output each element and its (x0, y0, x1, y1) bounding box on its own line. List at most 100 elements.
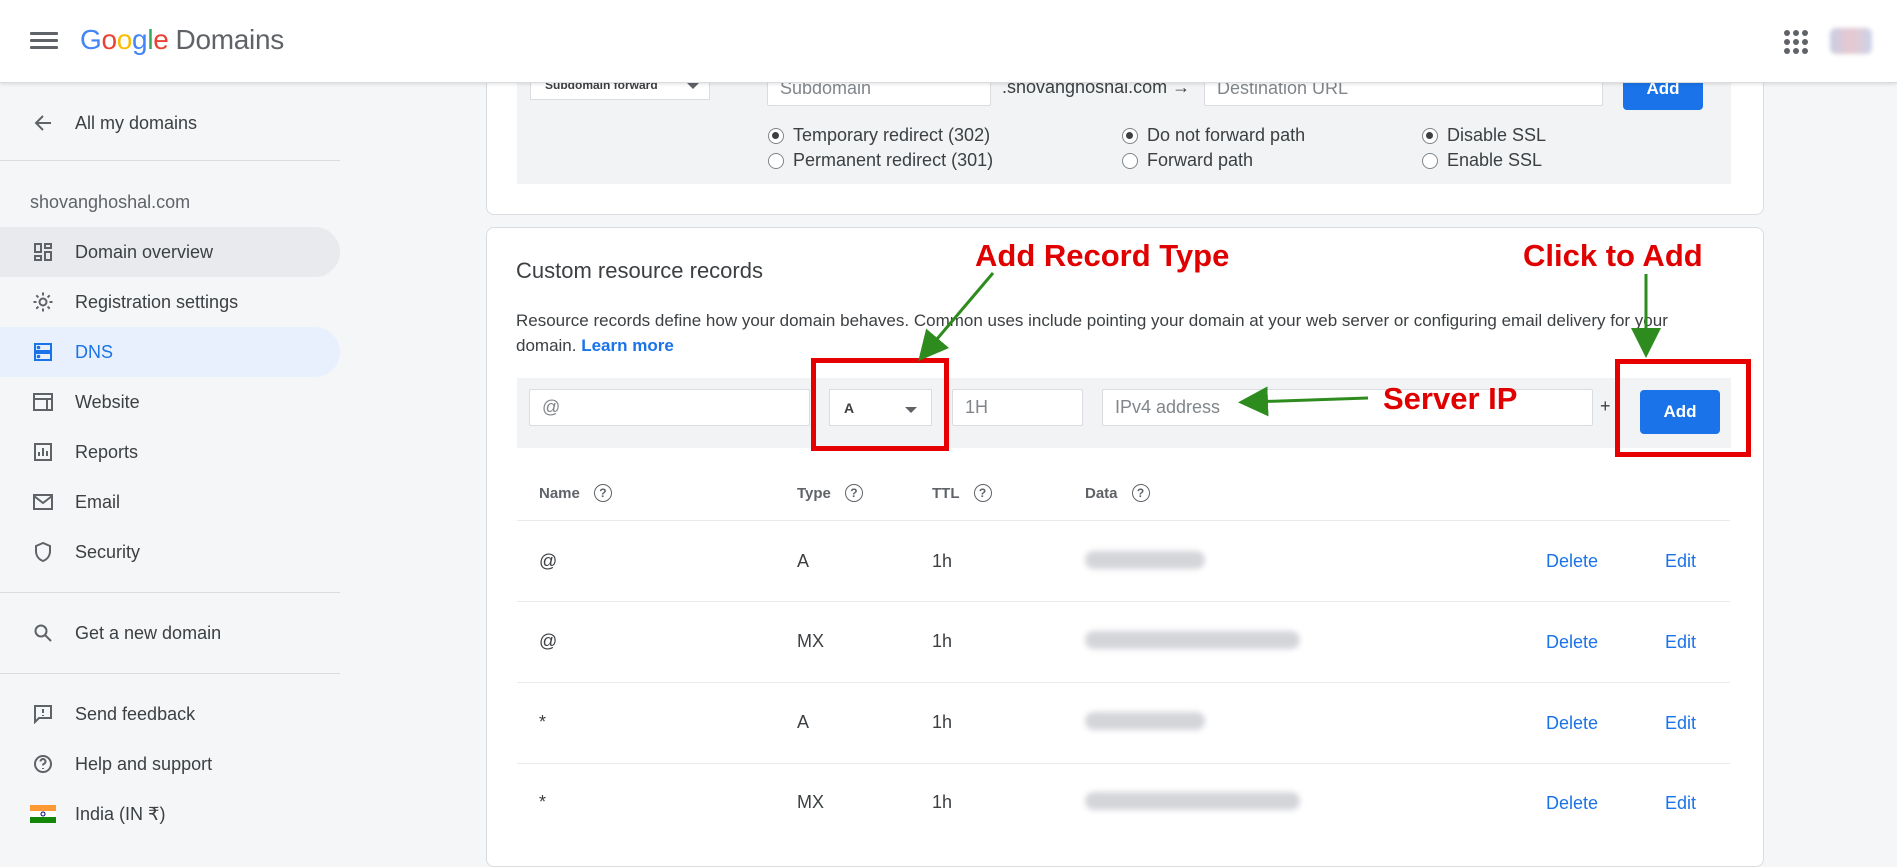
sidebar-item-dns[interactable]: DNS (0, 327, 340, 377)
ttl-input[interactable]: 1H (952, 389, 1083, 426)
permanent-redirect-radio[interactable]: Permanent redirect (301) (768, 150, 993, 171)
menu-icon[interactable] (30, 28, 58, 56)
col-header-type: Type? (797, 484, 863, 502)
row-3-type: A (797, 712, 810, 732)
get-new-domain-link[interactable]: Get a new domain (0, 608, 340, 658)
sidebar-item-security[interactable]: Security (0, 527, 340, 577)
temporary-redirect-radio[interactable]: Temporary redirect (302) (768, 125, 990, 146)
radio-label: Enable SSL (1447, 150, 1543, 170)
record-name-input[interactable]: @ (529, 389, 810, 426)
domain-name: shovanghoshal.com (30, 192, 191, 212)
sidebar-item-reports[interactable]: Reports (0, 427, 340, 477)
row-1-data-redacted (1085, 551, 1205, 569)
records-description: Resource records define how your domain … (516, 308, 1726, 358)
row-1-name: @ (539, 551, 558, 571)
india-flag-icon (30, 801, 56, 827)
radio-label: Do not forward path (1147, 125, 1306, 145)
row-4-type: MX (797, 792, 824, 812)
row-3-ttl: 1h (932, 712, 953, 732)
description-text: Resource records define how your domain … (516, 311, 1668, 355)
section-title: Custom resource records (516, 258, 763, 283)
email-icon (30, 489, 56, 515)
help-icon[interactable]: ? (1131, 484, 1150, 502)
locale-label: India (IN ₹) (75, 803, 166, 824)
website-icon (30, 389, 56, 415)
row-2-name: @ (539, 631, 558, 651)
row-4-delete-link[interactable]: Delete (1546, 793, 1598, 814)
annotation-add-record-type: Add Record Type (975, 238, 1230, 273)
row-2-edit-link[interactable]: Edit (1665, 632, 1696, 653)
divider (0, 160, 340, 161)
back-label: All my domains (75, 112, 198, 133)
account-avatar[interactable] (1830, 28, 1872, 54)
help-icon (30, 751, 56, 777)
apps-grid-icon[interactable] (1784, 30, 1808, 54)
row-2-data-redacted (1085, 631, 1300, 649)
sidebar-item-label: Security (75, 541, 141, 562)
col-header-name: Name? (539, 484, 612, 502)
row-1-delete-link[interactable]: Delete (1546, 551, 1598, 572)
row-2-type: MX (797, 631, 824, 651)
add-more-plus-icon[interactable]: + (1600, 396, 1611, 417)
arrow-back-icon (30, 110, 56, 136)
radio-label: Disable SSL (1447, 125, 1547, 145)
row-1-edit-link[interactable]: Edit (1665, 551, 1696, 572)
row-1-type: A (797, 551, 810, 571)
divider (0, 592, 340, 593)
send-feedback-link[interactable]: Send feedback (0, 689, 340, 739)
sidebar: All my domains shovanghoshal.com Domain … (0, 84, 345, 843)
divider (0, 673, 340, 674)
sidebar-item-label: Registration settings (75, 291, 239, 312)
help-icon[interactable]: ? (593, 484, 612, 502)
learn-more-link[interactable]: Learn more (581, 336, 674, 355)
forward-path-radio[interactable]: Forward path (1122, 150, 1253, 171)
help-icon[interactable]: ? (844, 484, 863, 502)
name-value: @ (542, 397, 561, 417)
annotation-click-to-add: Click to Add (1523, 238, 1703, 273)
sidebar-item-label: Reports (75, 441, 139, 462)
ttl-placeholder: 1H (965, 397, 989, 417)
highlight-add-button (1615, 359, 1751, 457)
product-name: Domains (175, 24, 285, 55)
sidebar-item-registration-settings[interactable]: Registration settings (0, 277, 340, 327)
sidebar-item-label: Website (75, 391, 140, 412)
do-not-forward-path-radio[interactable]: Do not forward path (1122, 125, 1305, 146)
col-header-data: Data? (1085, 484, 1150, 502)
row-4-data-redacted (1085, 792, 1300, 810)
sidebar-item-email[interactable]: Email (0, 477, 340, 527)
enable-ssl-radio[interactable]: Enable SSL (1422, 150, 1542, 171)
locale-selector[interactable]: India (IN ₹) (0, 789, 340, 839)
radio-label: Temporary redirect (302) (793, 125, 991, 145)
google-domains-logo[interactable]: Google Domains (80, 24, 284, 56)
back-to-all-domains[interactable]: All my domains (0, 98, 340, 148)
row-4-ttl: 1h (932, 792, 953, 812)
ipv4-placeholder: IPv4 address (1115, 397, 1221, 417)
sidebar-item-domain-overview[interactable]: Domain overview (0, 227, 340, 277)
row-2-delete-link[interactable]: Delete (1546, 632, 1598, 653)
row-3-data-redacted (1085, 712, 1205, 730)
help-support-link[interactable]: Help and support (0, 739, 340, 789)
row-4-edit-link[interactable]: Edit (1665, 793, 1696, 814)
col-header-ttl: TTL? (932, 484, 992, 502)
disable-ssl-radio[interactable]: Disable SSL (1422, 125, 1546, 146)
shield-icon (30, 539, 56, 565)
header-label: TTL (932, 484, 960, 502)
dns-icon (30, 339, 56, 365)
radio-label: Forward path (1147, 150, 1254, 170)
sidebar-item-website[interactable]: Website (0, 377, 340, 427)
header-label: Name (539, 484, 580, 502)
gear-icon (30, 289, 56, 315)
row-divider (517, 763, 1730, 764)
highlight-record-type (811, 358, 949, 451)
header-label: Type (797, 484, 831, 502)
search-icon (30, 620, 56, 646)
top-app-bar: Google Domains (0, 0, 1897, 83)
help-icon[interactable]: ? (973, 484, 992, 502)
row-divider (517, 520, 1730, 521)
help-label: Help and support (75, 753, 213, 774)
reports-icon (30, 439, 56, 465)
row-3-delete-link[interactable]: Delete (1546, 713, 1598, 734)
ipv4-address-input[interactable]: IPv4 address (1102, 389, 1593, 426)
row-1-ttl: 1h (932, 551, 953, 571)
row-3-edit-link[interactable]: Edit (1665, 713, 1696, 734)
